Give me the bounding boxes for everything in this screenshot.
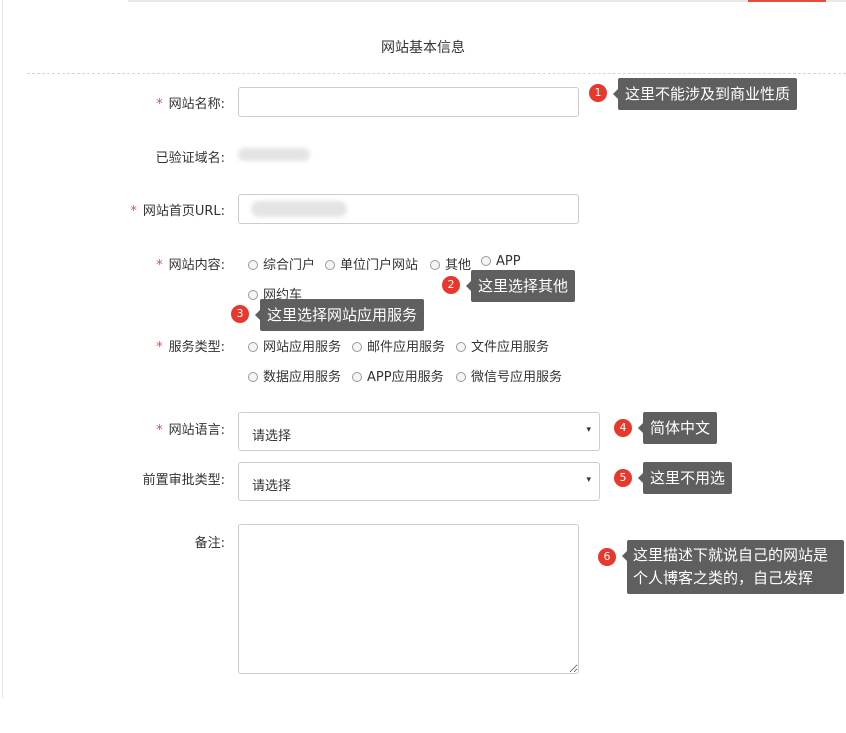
annotation-tooltip-5: 这里不用选: [637, 462, 733, 494]
annotation-badge-6: 6: [598, 548, 616, 566]
annotation-tooltip-3: 这里选择网站应用服务: [254, 299, 425, 331]
service-type-label: * 服务类型:: [156, 340, 225, 355]
remarks-label: 备注:: [194, 536, 225, 551]
annotation-tooltip-1: 这里不能涉及到商业性质: [612, 78, 798, 110]
homepage-url-value-redacted: [251, 201, 347, 217]
pre-approval-type-label: 前置审批类型:: [142, 473, 225, 488]
site-name-label: * 网站名称:: [156, 97, 225, 112]
radio-button[interactable]: [430, 260, 440, 270]
site-content-option-other[interactable]: 其他: [430, 254, 471, 273]
pre-approval-type-select[interactable]: 请选择 ▾: [238, 462, 600, 501]
site-content-label: * 网站内容:: [156, 258, 225, 273]
annotation-badge-3: 3: [231, 305, 249, 323]
radio-button[interactable]: [456, 372, 466, 382]
radio-button[interactable]: [456, 342, 466, 352]
section-title: 网站基本信息: [381, 40, 465, 56]
service-type-option-mail[interactable]: 邮件应用服务: [352, 336, 445, 355]
annotation-tooltip-6: 这里描述下就说自己的网站是个人博客之类的，自己发挥: [622, 540, 844, 594]
service-type-option-data[interactable]: 数据应用服务: [248, 366, 341, 385]
site-language-label: * 网站语言:: [156, 423, 225, 438]
top-accent-bar: [748, 0, 826, 2]
chevron-down-icon: ▾: [586, 425, 591, 435]
site-content-option-portal[interactable]: 综合门户: [248, 254, 315, 273]
verified-domain-label: 已验证域名:: [155, 151, 225, 166]
chevron-down-icon: ▾: [586, 475, 591, 485]
radio-button[interactable]: [352, 372, 362, 382]
service-type-option-website[interactable]: 网站应用服务: [248, 336, 341, 355]
annotation-badge-2: 2: [442, 276, 460, 294]
annotation-tooltip-2: 这里选择其他: [465, 270, 576, 302]
section-divider: [27, 73, 846, 74]
radio-button[interactable]: [248, 342, 258, 352]
homepage-url-input[interactable]: [238, 194, 579, 224]
annotation-badge-1: 1: [589, 84, 607, 102]
site-content-option-app[interactable]: APP: [481, 254, 521, 269]
site-name-input[interactable]: [238, 87, 579, 117]
remarks-textarea[interactable]: [238, 524, 579, 674]
radio-button[interactable]: [248, 260, 258, 270]
site-language-selected: 请选择: [252, 429, 292, 444]
radio-button[interactable]: [248, 290, 258, 300]
annotation-badge-5: 5: [614, 469, 632, 487]
radio-button[interactable]: [352, 342, 362, 352]
radio-button[interactable]: [248, 372, 258, 382]
required-mark: *: [156, 258, 163, 273]
service-type-option-wechat[interactable]: 微信号应用服务: [456, 366, 562, 385]
required-mark: *: [156, 423, 163, 438]
radio-button[interactable]: [325, 260, 335, 270]
top-border: [128, 0, 846, 2]
required-mark: *: [156, 340, 163, 355]
annotation-badge-4: 4: [614, 419, 632, 437]
homepage-url-label: * 网站首页URL:: [130, 204, 225, 219]
pre-approval-type-selected: 请选择: [252, 479, 292, 494]
site-content-option-unit-portal[interactable]: 单位门户网站: [325, 254, 418, 273]
service-type-option-app[interactable]: APP应用服务: [352, 366, 444, 385]
required-mark: *: [156, 97, 163, 112]
radio-button[interactable]: [481, 256, 491, 266]
verified-domain-value-redacted: [238, 148, 310, 161]
required-mark: *: [130, 204, 137, 219]
site-language-select[interactable]: 请选择 ▾: [238, 412, 600, 451]
annotation-tooltip-4: 简体中文: [637, 412, 718, 444]
service-type-option-file[interactable]: 文件应用服务: [456, 336, 549, 355]
